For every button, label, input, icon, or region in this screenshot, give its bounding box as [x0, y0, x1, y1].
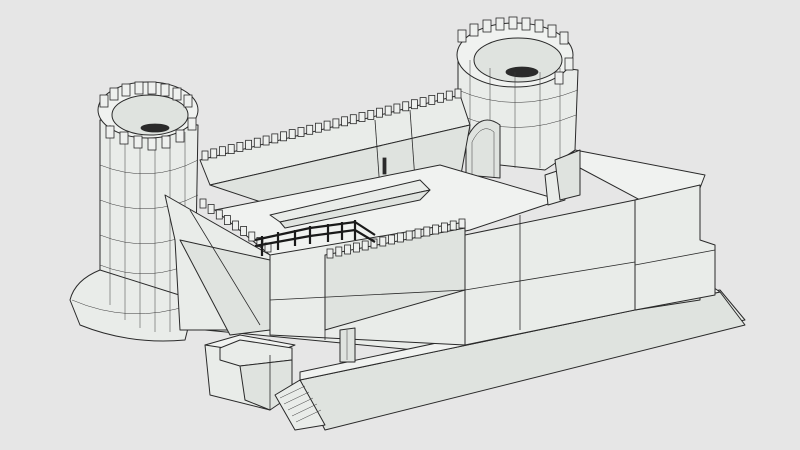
left-wall-merlon — [207, 204, 215, 214]
front-wall-merlon — [440, 222, 448, 233]
front-wall-merlon — [379, 236, 387, 247]
back-wall-merlon — [314, 122, 322, 133]
back-wall-merlon — [262, 135, 270, 146]
back-wall-merlon — [437, 92, 445, 103]
back-wall-merlon — [218, 146, 226, 157]
left-wall-merlon — [232, 220, 239, 231]
front-wall-merlon — [361, 240, 369, 251]
left-wall-merlon — [223, 215, 231, 225]
front-wall-merlon — [388, 234, 396, 245]
left-wall-merlon — [215, 209, 223, 220]
back-wall-merlon — [402, 101, 410, 112]
back-wall-merlon — [332, 118, 340, 129]
back-wall-merlon — [236, 141, 244, 152]
back-wall-merlon — [419, 97, 427, 107]
left-wall-merlon — [248, 231, 256, 242]
back-wall-merlon — [428, 95, 436, 105]
front-wall-merlon — [396, 232, 404, 243]
back-wall-merlon — [280, 131, 287, 142]
back-wall-merlon — [271, 133, 279, 144]
front-wall-merlon — [344, 244, 352, 255]
back-wall-merlon — [245, 139, 253, 150]
back-wall-merlon — [384, 105, 392, 116]
front-wall-merlon — [405, 230, 413, 241]
front-wall-merlon — [432, 224, 440, 235]
back-wall-merlon — [454, 88, 462, 99]
back-wall-merlon — [253, 137, 261, 148]
front-wall-merlon — [458, 218, 466, 229]
back-wall-merlon — [201, 150, 209, 161]
back-wall-merlon — [376, 107, 383, 118]
front-wall-merlon — [414, 228, 422, 239]
left-wall-merlon — [240, 226, 248, 236]
front-wall-merlon — [352, 242, 360, 253]
back-wall-merlon — [393, 103, 401, 114]
left-wall-merlon — [199, 198, 207, 209]
back-wall-merlon — [323, 120, 331, 131]
back-wall-merlon — [227, 144, 235, 155]
back-wall-merlon — [358, 112, 366, 122]
right-round-tower — [456, 16, 579, 179]
back-wall-merlon — [367, 110, 375, 120]
back-wall-merlon — [349, 114, 357, 125]
back-wall-merlon — [341, 116, 349, 127]
front-wall-merlon — [326, 248, 334, 259]
fort-wireframe-illustration — [69, 16, 746, 431]
front-wall-merlon — [449, 220, 457, 231]
back-wall-merlon — [288, 129, 296, 140]
back-wall-merlon — [297, 127, 305, 137]
front-wall-merlon — [335, 246, 343, 257]
back-wall-merlon — [410, 99, 418, 110]
front-wall-merlon — [423, 226, 431, 237]
back-wall-merlon — [306, 124, 314, 135]
back-wall-merlon — [445, 90, 453, 101]
back-wall-merlon — [210, 148, 218, 159]
